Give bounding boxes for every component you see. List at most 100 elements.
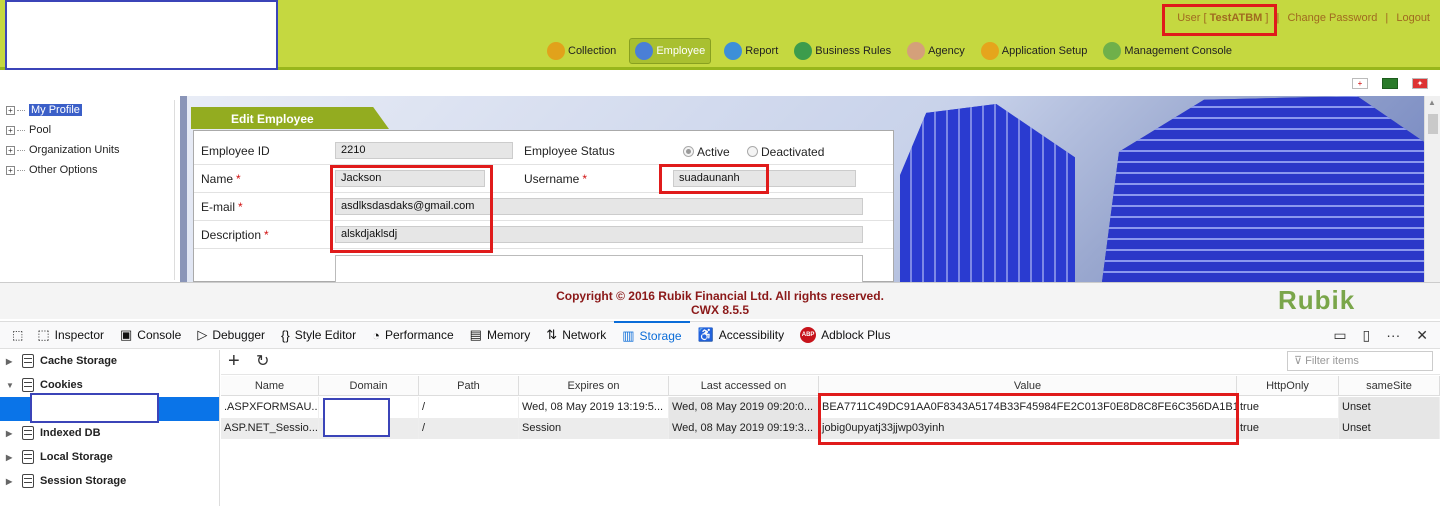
element-picker-icon[interactable]: ⬚: [6, 321, 29, 349]
tab-debugger[interactable]: ▷ Debugger: [189, 321, 273, 349]
cell-expires[interactable]: Session: [519, 418, 669, 439]
radio-icon[interactable]: [683, 146, 694, 157]
cell-path[interactable]: /: [419, 397, 519, 418]
flag-icon[interactable]: +: [1352, 78, 1368, 89]
expand-icon[interactable]: +: [6, 145, 15, 155]
cell-name[interactable]: ASP.NET_Sessio...: [221, 418, 319, 439]
expand-icon[interactable]: ▶: [6, 429, 16, 438]
cell-accessed[interactable]: Wed, 08 May 2019 09:19:3...: [669, 418, 819, 439]
add-item-icon[interactable]: +: [228, 350, 240, 372]
nav-collection[interactable]: Collection: [544, 38, 619, 64]
employee-id-field[interactable]: 2210: [335, 142, 513, 159]
cell-httponly[interactable]: true: [1237, 397, 1339, 418]
notes-textarea[interactable]: [335, 255, 863, 283]
tree-item-my-profile[interactable]: + My Profile: [0, 100, 174, 120]
column-header-path[interactable]: Path: [419, 376, 519, 396]
copyright-text: Copyright © 2016 Rubik Financial Ltd. Al…: [0, 289, 1440, 317]
refresh-icon[interactable]: ↻: [256, 351, 269, 373]
column-header-name[interactable]: Name: [221, 376, 319, 396]
column-header-expires-on[interactable]: Expires on: [519, 376, 669, 396]
storage-item-cache-storage[interactable]: ▶ Cache Storage: [0, 349, 219, 373]
tree-item-label: Pool: [29, 124, 52, 136]
nav-agency[interactable]: Agency: [904, 38, 968, 64]
storage-sidebar: ▶ Cache Storage ▼ Cookies ▶ Indexed DB ▶ Local …: [0, 350, 220, 506]
collapse-icon[interactable]: ▼: [6, 381, 16, 390]
tab-storage[interactable]: ▥ Storage: [614, 321, 690, 349]
storage-item-indexed-db[interactable]: ▶ Indexed DB: [0, 421, 219, 445]
responsive-mode-icon[interactable]: ▯: [1363, 327, 1371, 344]
nav-label: Application Setup: [1001, 45, 1088, 57]
cell-expires[interactable]: Wed, 08 May 2019 13:19:5...: [519, 397, 669, 418]
storage-item-label: Cache Storage: [40, 355, 118, 367]
column-header-domain[interactable]: Domain: [319, 376, 419, 396]
tree-item-other-options[interactable]: + Other Options: [0, 160, 174, 180]
cell-httponly[interactable]: true: [1237, 418, 1339, 439]
cell-path[interactable]: /: [419, 418, 519, 439]
storage-item-local-storage[interactable]: ▶ Local Storage: [0, 445, 219, 469]
cell-samesite[interactable]: Unset: [1339, 418, 1440, 439]
nav-report[interactable]: Report: [721, 38, 781, 64]
language-flags: + ✦: [1352, 78, 1428, 89]
dock-icon[interactable]: ▭: [1333, 327, 1346, 344]
flag-icon[interactable]: ✦: [1412, 78, 1428, 89]
column-header-samesite[interactable]: sameSite: [1339, 376, 1440, 396]
username-label: Username *: [524, 172, 588, 186]
nav-employee[interactable]: Employee: [629, 38, 712, 64]
expand-icon[interactable]: ▶: [6, 477, 16, 486]
column-header-httponly[interactable]: HttpOnly: [1237, 376, 1339, 396]
tab-memory[interactable]: ▤ Memory: [462, 321, 539, 349]
tree-item-pool[interactable]: + Pool: [0, 120, 174, 140]
expand-icon[interactable]: ▶: [6, 357, 16, 366]
status-deactivated-option[interactable]: Deactivated: [747, 145, 824, 159]
report-icon: [724, 42, 743, 60]
flag-icon[interactable]: [1382, 78, 1398, 89]
side-tree: + My Profile + Pool + Organization Units + Othe…: [0, 100, 175, 280]
tab-console[interactable]: ▣ Console: [112, 321, 189, 349]
expand-icon[interactable]: +: [6, 105, 15, 115]
expand-icon[interactable]: +: [6, 165, 15, 175]
tab-accessibility[interactable]: ♿ Accessibility: [690, 321, 793, 349]
nav-label: Agency: [928, 45, 965, 57]
tab-network[interactable]: ⇅ Network: [538, 321, 614, 349]
cell-accessed[interactable]: Wed, 08 May 2019 09:20:0...: [669, 397, 819, 418]
tab-label: Style Editor: [294, 328, 357, 342]
tab-label: Debugger: [212, 328, 266, 342]
cell-name[interactable]: .ASPXFORMSAU...: [221, 397, 319, 418]
inspector-icon: ⬚: [37, 327, 50, 342]
change-password-link[interactable]: Change Password: [1287, 12, 1377, 24]
storage-icon: [22, 426, 34, 440]
expand-icon[interactable]: ▶: [6, 453, 16, 462]
tab-label: Storage: [639, 329, 682, 343]
collection-icon: [547, 42, 565, 60]
expand-icon[interactable]: +: [6, 125, 15, 135]
tab-style-editor[interactable]: {} Style Editor: [273, 321, 364, 349]
nav-application-setup[interactable]: Application Setup: [978, 38, 1091, 64]
status-active-option[interactable]: Active: [683, 145, 730, 159]
more-options-icon[interactable]: ···: [1386, 327, 1400, 343]
tab-label: Memory: [486, 328, 531, 342]
tab-adblock-plus[interactable]: ABP Adblock Plus: [792, 321, 898, 349]
nav-management-console[interactable]: Management Console: [1100, 38, 1235, 64]
storage-item-session-storage[interactable]: ▶ Session Storage: [0, 469, 219, 493]
radio-icon[interactable]: [747, 146, 758, 157]
nav-business-rules[interactable]: Business Rules: [791, 38, 894, 64]
logout-link[interactable]: Logout: [1396, 12, 1430, 24]
tab-performance[interactable]: ◔ Performance: [364, 321, 462, 349]
close-icon[interactable]: ✕: [1416, 327, 1428, 344]
tab-inspector[interactable]: ⬚ Inspector: [29, 321, 112, 349]
filter-icon: ⊽: [1294, 355, 1306, 367]
filter-input[interactable]: ⊽ Filter items: [1287, 351, 1433, 371]
form-title-tab: Edit Employee: [191, 107, 389, 129]
splitter[interactable]: [180, 96, 187, 282]
user-highlight-box: [1162, 4, 1277, 36]
tree-item-organization-units[interactable]: + Organization Units: [0, 140, 174, 160]
vertical-scrollbar[interactable]: ▲: [1424, 96, 1440, 282]
column-header-last-accessed-on[interactable]: Last accessed on: [669, 376, 819, 396]
cell-samesite[interactable]: Unset: [1339, 397, 1440, 418]
description-label: Description *: [201, 228, 269, 242]
devtools-toolbar: ⬚ ⬚ Inspector ▣ Console ▷ Debugger {} Style Edi…: [0, 321, 1440, 349]
tree-connector: [17, 129, 25, 131]
tab-label: Performance: [384, 328, 454, 342]
tab-label: Network: [562, 328, 607, 342]
nav-label: Report: [745, 45, 779, 57]
